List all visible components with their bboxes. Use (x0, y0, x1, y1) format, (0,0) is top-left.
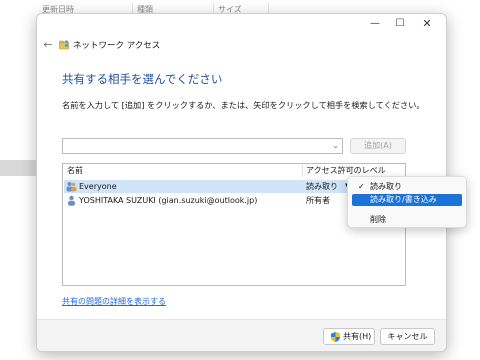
menu-item-label: 読み取り (370, 182, 402, 191)
permission-dropdown[interactable]: 読み取り (306, 180, 338, 193)
add-button[interactable]: 追加(A) (350, 138, 406, 154)
close-icon[interactable]: ✕ (416, 16, 438, 32)
dialog-title: ネットワーク アクセス (73, 41, 161, 51)
page-heading: 共有する相手を選んでください (62, 72, 223, 86)
group-users-icon (66, 182, 77, 192)
maximize-icon[interactable]: ☐ (389, 16, 411, 32)
name-input[interactable]: ⌄ (62, 138, 343, 154)
uac-shield-icon (331, 332, 340, 342)
row-name: Everyone (79, 182, 117, 191)
permission-menu: ✓ 読み取り 読み取り/書き込み 削除 (347, 176, 467, 228)
menu-item-label: 読み取り/書き込み (370, 195, 437, 204)
minimize-icon[interactable]: — (364, 16, 386, 32)
instruction-text: 名前を入力して [追加] をクリックするか、または、矢印をクリックして相手を検索… (62, 100, 425, 110)
explorer-selected-row (0, 160, 36, 176)
user-icon (68, 195, 75, 206)
row-permission: 所有者 (306, 196, 330, 205)
back-arrow-icon[interactable]: ← (41, 38, 55, 52)
column-header-name[interactable]: 名前 (67, 164, 83, 178)
row-name: YOSHITAKA SUZUKI (gian.suzuki@outlook.jp… (79, 196, 258, 205)
share-button[interactable]: 共有(H) (323, 328, 375, 345)
menu-item-read-write[interactable]: 読み取り/書き込み (352, 194, 462, 206)
dropdown-arrow-icon[interactable]: ⌄ (332, 141, 339, 150)
sharing-help-link[interactable]: 共有の問題の詳細を表示する (62, 296, 166, 307)
menu-item-read[interactable]: ✓ 読み取り (352, 181, 462, 193)
title-bar: — ☐ ✕ (37, 14, 446, 32)
checkmark-icon: ✓ (358, 182, 365, 191)
column-divider (302, 165, 303, 177)
menu-item-label: 削除 (370, 215, 386, 224)
cancel-button[interactable]: キャンセル (380, 328, 435, 345)
network-share-icon (59, 40, 69, 50)
menu-item-remove[interactable]: 削除 (352, 214, 462, 226)
share-button-label: 共有(H) (343, 332, 372, 341)
